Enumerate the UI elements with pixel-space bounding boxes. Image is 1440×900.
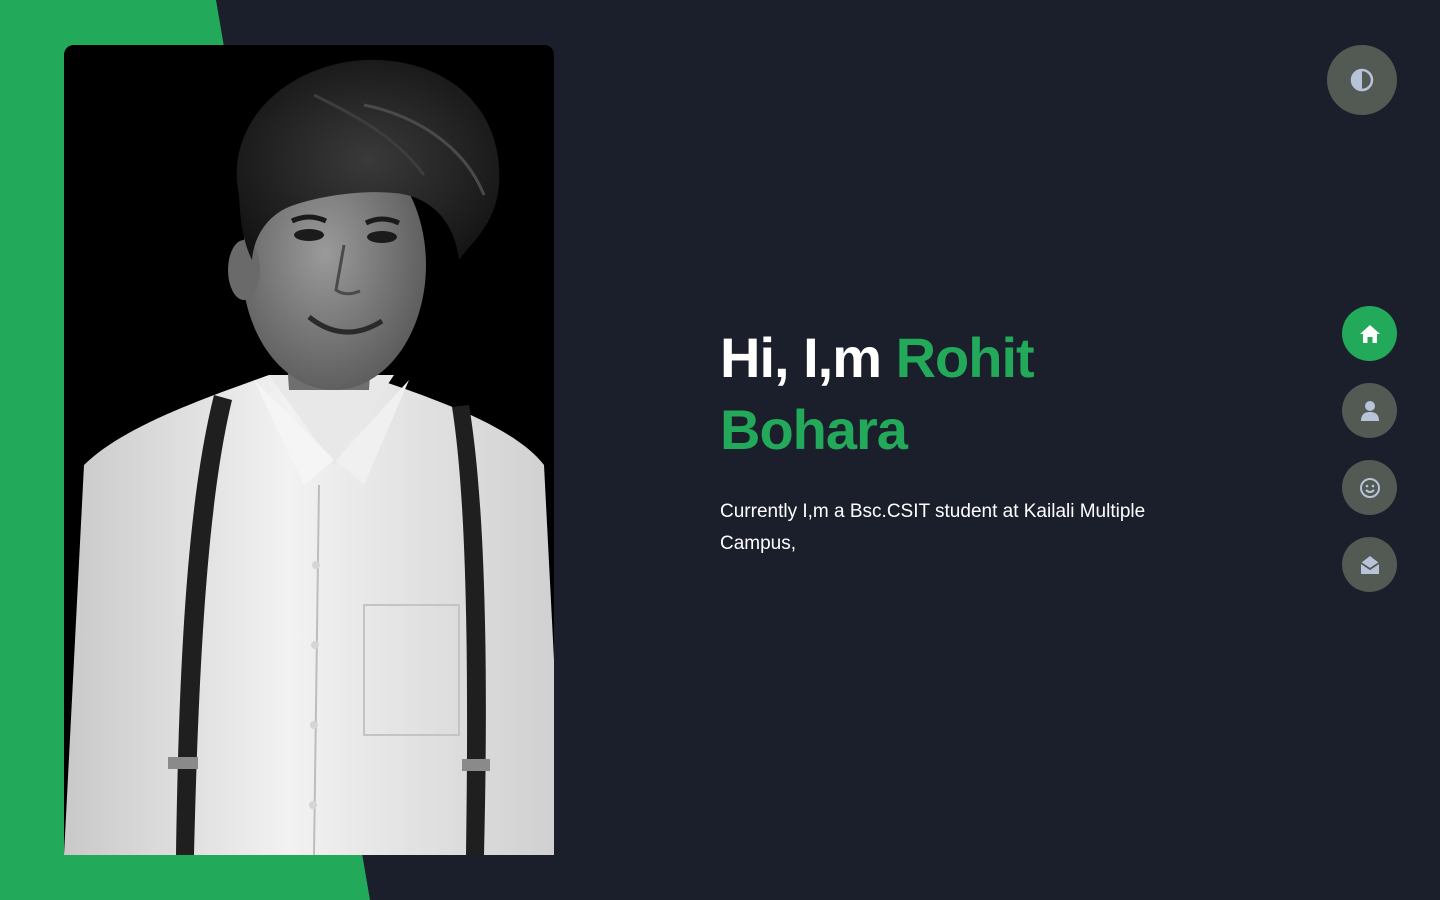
nav-home-button[interactable]	[1342, 306, 1397, 361]
first-name: Rohit	[895, 326, 1035, 389]
envelope-open-icon	[1360, 555, 1379, 574]
hero-description: Currently I,m a Bsc.CSIT student at Kail…	[720, 501, 1146, 554]
nav-skills-button[interactable]	[1342, 460, 1397, 515]
hero-section: Hi, I,m Rohit Bohara Currently I,m a Bsc…	[720, 322, 1240, 560]
contrast-icon	[1350, 68, 1374, 92]
nav-about-button[interactable]	[1342, 383, 1397, 438]
greeting-text: Hi, I,m	[720, 326, 882, 389]
user-icon	[1360, 400, 1379, 421]
side-navigation	[1342, 306, 1397, 614]
hero-title: Hi, I,m Rohit Bohara	[720, 322, 1240, 466]
page: Hi, I,m Rohit Bohara Currently I,m a Bsc…	[0, 0, 1440, 900]
theme-toggle-button[interactable]	[1327, 45, 1397, 115]
last-name: Bohara	[720, 398, 908, 461]
portrait-illustration	[64, 45, 554, 855]
home-icon	[1359, 324, 1380, 343]
profile-photo	[64, 45, 554, 855]
nav-contact-button[interactable]	[1342, 537, 1397, 592]
smile-icon	[1359, 477, 1380, 498]
